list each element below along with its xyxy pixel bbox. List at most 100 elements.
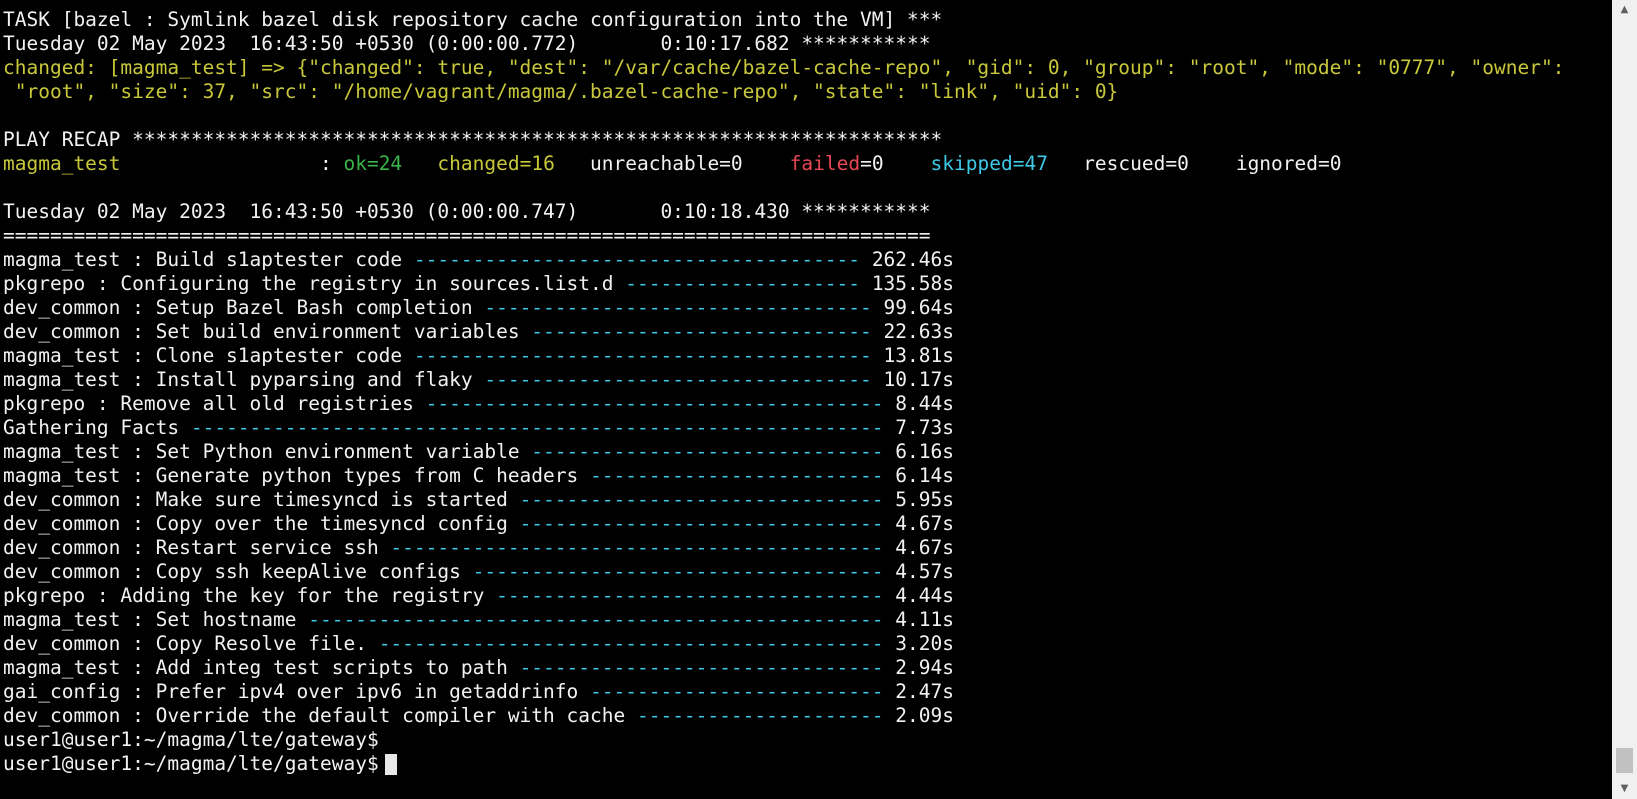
task-timing-row: pkgrepo : Configuring the registry in so… bbox=[3, 272, 954, 296]
recap-unreachable: unreachable=0 bbox=[590, 152, 743, 175]
task-timing-row: magma_test : Set hostname --------------… bbox=[3, 608, 954, 632]
recap-failed-label: failed bbox=[789, 152, 861, 175]
task-name: pkgrepo : Remove all old registries bbox=[3, 392, 414, 415]
task-timing-row: magma_test : Clone s1aptester code -----… bbox=[3, 344, 954, 368]
task-dash-leader: ----------------------------------------… bbox=[531, 320, 872, 343]
task-timing-row: magma_test : Set Python environment vari… bbox=[3, 440, 954, 464]
task-name: magma_test : Install pyparsing and flaky bbox=[3, 368, 473, 391]
task-dash-leader: ----------------------------------------… bbox=[496, 584, 884, 607]
recap-ignored: ignored=0 bbox=[1235, 152, 1342, 175]
terminal-output: TASK [bazel : Symlink bazel disk reposit… bbox=[3, 8, 1609, 776]
task-dash-leader: ----------------------------------------… bbox=[636, 704, 884, 727]
task-duration: 7.73s bbox=[895, 416, 954, 439]
task-duration: 4.11s bbox=[895, 608, 954, 631]
task-name: magma_test : Clone s1aptester code bbox=[3, 344, 403, 367]
shell-prompt-text: user1@user1:~/magma/lte/gateway$ bbox=[3, 752, 379, 775]
task-name: dev_common : Copy Resolve file. bbox=[3, 632, 367, 655]
task-timing-row: dev_common : Make sure timesyncd is star… bbox=[3, 488, 954, 512]
task-duration: 2.09s bbox=[895, 704, 954, 727]
task-dash-leader: ----------------------------------------… bbox=[472, 560, 884, 583]
task-duration: 13.81s bbox=[883, 344, 954, 367]
shell-prompt-active[interactable]: user1@user1:~/magma/lte/gateway$ bbox=[3, 752, 1609, 776]
task-dash-leader: ----------------------------------------… bbox=[625, 272, 860, 295]
task-name: dev_common : Make sure timesyncd is star… bbox=[3, 488, 508, 511]
task-timing-row: dev_common : Set build environment varia… bbox=[3, 320, 954, 344]
task-timing-list: magma_test : Build s1aptester code -----… bbox=[3, 248, 1609, 728]
task-name: pkgrepo : Configuring the registry in so… bbox=[3, 272, 614, 295]
task-timing-row: dev_common : Restart service ssh -------… bbox=[3, 536, 954, 560]
shell-prompt: user1@user1:~/magma/lte/gateway$ bbox=[3, 728, 379, 751]
task-dash-leader: ----------------------------------------… bbox=[590, 464, 884, 487]
task-dash-leader: ----------------------------------------… bbox=[190, 416, 884, 439]
task-dash-leader: ----------------------------------------… bbox=[413, 248, 860, 271]
task-timing-row: dev_common : Setup Bazel Bash completion… bbox=[3, 296, 954, 320]
task-timing-row: magma_test : Build s1aptester code -----… bbox=[3, 248, 954, 272]
task-duration: 262.46s bbox=[871, 248, 954, 271]
task-name: dev_common : Copy over the timesyncd con… bbox=[3, 512, 508, 535]
play-recap-header: PLAY RECAP *****************************… bbox=[3, 128, 943, 151]
recap-skipped: skipped=47 bbox=[930, 152, 1048, 175]
summary-timestamp: Tuesday 02 May 2023 16:43:50 +0530 (0:00… bbox=[3, 200, 931, 223]
task-dash-leader: ----------------------------------------… bbox=[484, 368, 872, 391]
task-duration: 99.64s bbox=[883, 296, 954, 319]
task-name: dev_common : Setup Bazel Bash completion bbox=[3, 296, 473, 319]
text-cursor bbox=[384, 754, 397, 775]
task-timing-row: pkgrepo : Adding the key for the registr… bbox=[3, 584, 954, 608]
task-name: Gathering Facts bbox=[3, 416, 180, 439]
vertical-scrollbar[interactable]: ▲ ▼ bbox=[1612, 0, 1637, 799]
task-name: pkgrepo : Adding the key for the registr… bbox=[3, 584, 485, 607]
task-duration: 6.16s bbox=[895, 440, 954, 463]
task-timing-row: Gathering Facts ------------------------… bbox=[3, 416, 954, 440]
task-dash-leader: ----------------------------------------… bbox=[519, 656, 884, 679]
task-duration: 3.20s bbox=[895, 632, 954, 655]
terminal-window[interactable]: TASK [bazel : Symlink bazel disk reposit… bbox=[0, 0, 1612, 799]
task-duration: 8.44s bbox=[895, 392, 954, 415]
recap-line: magma_test : ok=24 changed=16 unreachabl… bbox=[3, 152, 1609, 176]
task-name: magma_test : Generate python types from … bbox=[3, 464, 579, 487]
recap-changed: changed=16 bbox=[437, 152, 555, 175]
task-header: TASK [bazel : Symlink bazel disk reposit… bbox=[3, 8, 943, 31]
task-timing-row: dev_common : Copy ssh keepAlive configs … bbox=[3, 560, 954, 584]
task-duration: 6.14s bbox=[895, 464, 954, 487]
task-duration: 2.94s bbox=[895, 656, 954, 679]
recap-host: magma_test bbox=[3, 152, 121, 175]
changed-result-line-continued: "root", "size": 37, "src": "/home/vagran… bbox=[3, 80, 1119, 103]
task-duration: 10.17s bbox=[883, 368, 954, 391]
task-name: magma_test : Build s1aptester code bbox=[3, 248, 403, 271]
task-dash-leader: ----------------------------------------… bbox=[378, 632, 884, 655]
task-dash-leader: ----------------------------------------… bbox=[519, 488, 884, 511]
task-name: gai_config : Prefer ipv4 over ipv6 in ge… bbox=[3, 680, 579, 703]
task-dash-leader: ----------------------------------------… bbox=[308, 608, 884, 631]
task-timestamp: Tuesday 02 May 2023 16:43:50 +0530 (0:00… bbox=[3, 32, 931, 55]
changed-result-line: changed: [magma_test] => {"changed": tru… bbox=[3, 56, 1565, 79]
task-dash-leader: ----------------------------------------… bbox=[413, 344, 872, 367]
task-duration: 135.58s bbox=[871, 272, 954, 295]
task-timing-row: dev_common : Override the default compil… bbox=[3, 704, 954, 728]
task-duration: 5.95s bbox=[895, 488, 954, 511]
task-timing-row: magma_test : Generate python types from … bbox=[3, 464, 954, 488]
task-name: magma_test : Set hostname bbox=[3, 608, 297, 631]
task-dash-leader: ----------------------------------------… bbox=[531, 440, 884, 463]
task-duration: 4.57s bbox=[895, 560, 954, 583]
recap-separator: : bbox=[120, 152, 344, 175]
task-duration: 22.63s bbox=[883, 320, 954, 343]
task-timing-row: dev_common : Copy Resolve file. --------… bbox=[3, 632, 954, 656]
task-dash-leader: ----------------------------------------… bbox=[484, 296, 872, 319]
task-dash-leader: ----------------------------------------… bbox=[425, 392, 884, 415]
scroll-thumb[interactable] bbox=[1616, 748, 1633, 773]
scroll-down-arrow-icon[interactable]: ▼ bbox=[1612, 779, 1637, 799]
task-name: dev_common : Set build environment varia… bbox=[3, 320, 520, 343]
task-duration: 4.44s bbox=[895, 584, 954, 607]
task-dash-leader: ----------------------------------------… bbox=[390, 536, 884, 559]
task-dash-leader: ----------------------------------------… bbox=[590, 680, 884, 703]
recap-rescued: rescued=0 bbox=[1083, 152, 1189, 175]
scroll-up-arrow-icon[interactable]: ▲ bbox=[1612, 0, 1637, 20]
task-timing-row: magma_test : Install pyparsing and flaky… bbox=[3, 368, 954, 392]
task-name: dev_common : Copy ssh keepAlive configs bbox=[3, 560, 461, 583]
task-duration: 2.47s bbox=[895, 680, 954, 703]
task-name: dev_common : Override the default compil… bbox=[3, 704, 626, 727]
summary-divider: ========================================… bbox=[3, 224, 931, 247]
task-name: magma_test : Set Python environment vari… bbox=[3, 440, 520, 463]
